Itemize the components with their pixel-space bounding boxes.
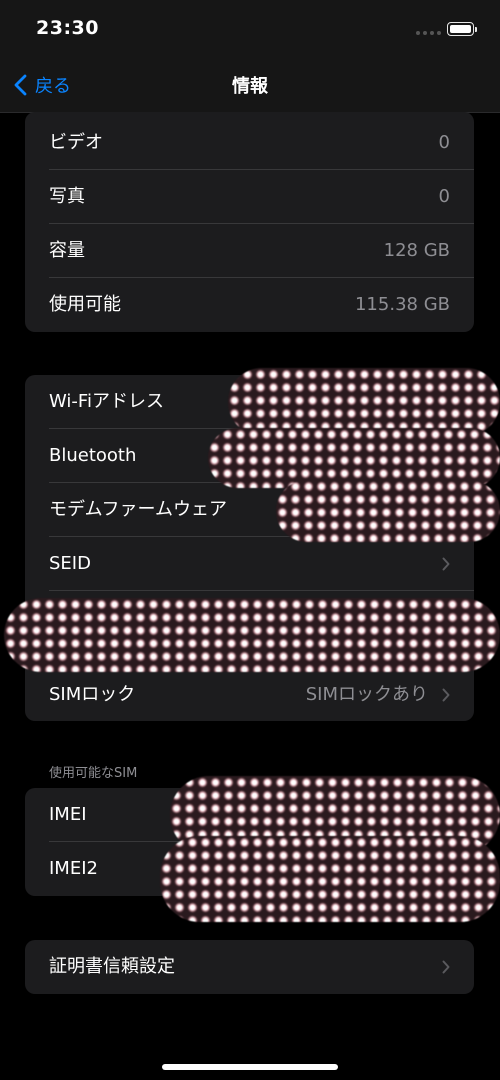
- row-imei: IMEI: [25, 788, 474, 842]
- available-label: 使用可能: [49, 294, 121, 315]
- row-certificate-trust[interactable]: 証明書信頼設定: [25, 940, 474, 994]
- certificate-group: 証明書信頼設定: [25, 940, 474, 994]
- imei2-label: IMEI2: [49, 858, 98, 879]
- capacity-label: 容量: [49, 240, 85, 261]
- row-eid: EID: [25, 591, 474, 669]
- home-indicator[interactable]: [162, 1064, 338, 1070]
- chevron-right-icon: [442, 960, 450, 974]
- videos-label: ビデオ: [49, 132, 103, 153]
- row-modem-firmware: モデムファームウェア: [25, 483, 474, 537]
- photos-value: 0: [438, 186, 450, 207]
- row-seid[interactable]: SEID: [25, 537, 474, 591]
- row-available: 使用可能 115.38 GB: [25, 278, 474, 332]
- row-bluetooth: Bluetooth: [25, 429, 474, 483]
- wifi-address-label: Wi-Fiアドレス: [49, 391, 164, 412]
- status-time: 23:30: [36, 17, 99, 39]
- row-imei2: IMEI2: [25, 842, 474, 896]
- available-sim-header: 使用可能なSIM: [49, 766, 138, 781]
- eid-label: EID: [49, 604, 80, 625]
- sim-lock-label: SIMロック: [49, 684, 136, 705]
- row-sim-lock[interactable]: SIMロック SIMロックあり: [25, 669, 474, 721]
- modem-firmware-label: モデムファームウェア: [49, 499, 228, 520]
- seid-label: SEID: [49, 553, 91, 574]
- sim-group: IMEI IMEI2: [25, 788, 474, 896]
- sim-lock-value: SIMロックあり: [305, 684, 428, 705]
- navigation-bar: 戻る 情報: [0, 58, 500, 113]
- row-videos: ビデオ 0: [25, 116, 474, 170]
- chevron-right-icon: [442, 557, 450, 571]
- storage-group: ビデオ 0 写真 0 容量 128 GB 使用可能 115.38 GB: [25, 112, 474, 332]
- certificate-trust-label: 証明書信頼設定: [49, 956, 175, 977]
- chevron-right-icon: [442, 688, 450, 702]
- available-value: 115.38 GB: [354, 294, 450, 315]
- network-group: Wi-Fiアドレス Bluetooth モデムファームウェア SEID EID …: [25, 375, 474, 721]
- imei-label: IMEI: [49, 804, 87, 825]
- bluetooth-label: Bluetooth: [49, 445, 137, 466]
- capacity-value: 128 GB: [383, 240, 450, 261]
- row-capacity: 容量 128 GB: [25, 224, 474, 278]
- row-photos: 写真 0: [25, 170, 474, 224]
- battery-icon: [447, 22, 477, 36]
- cellular-signal-icon: [416, 31, 441, 35]
- page-title: 情報: [232, 76, 268, 97]
- status-bar: 23:30: [0, 0, 500, 58]
- videos-value: 0: [438, 132, 450, 153]
- row-wifi-address: Wi-Fiアドレス: [25, 375, 474, 429]
- photos-label: 写真: [49, 186, 85, 207]
